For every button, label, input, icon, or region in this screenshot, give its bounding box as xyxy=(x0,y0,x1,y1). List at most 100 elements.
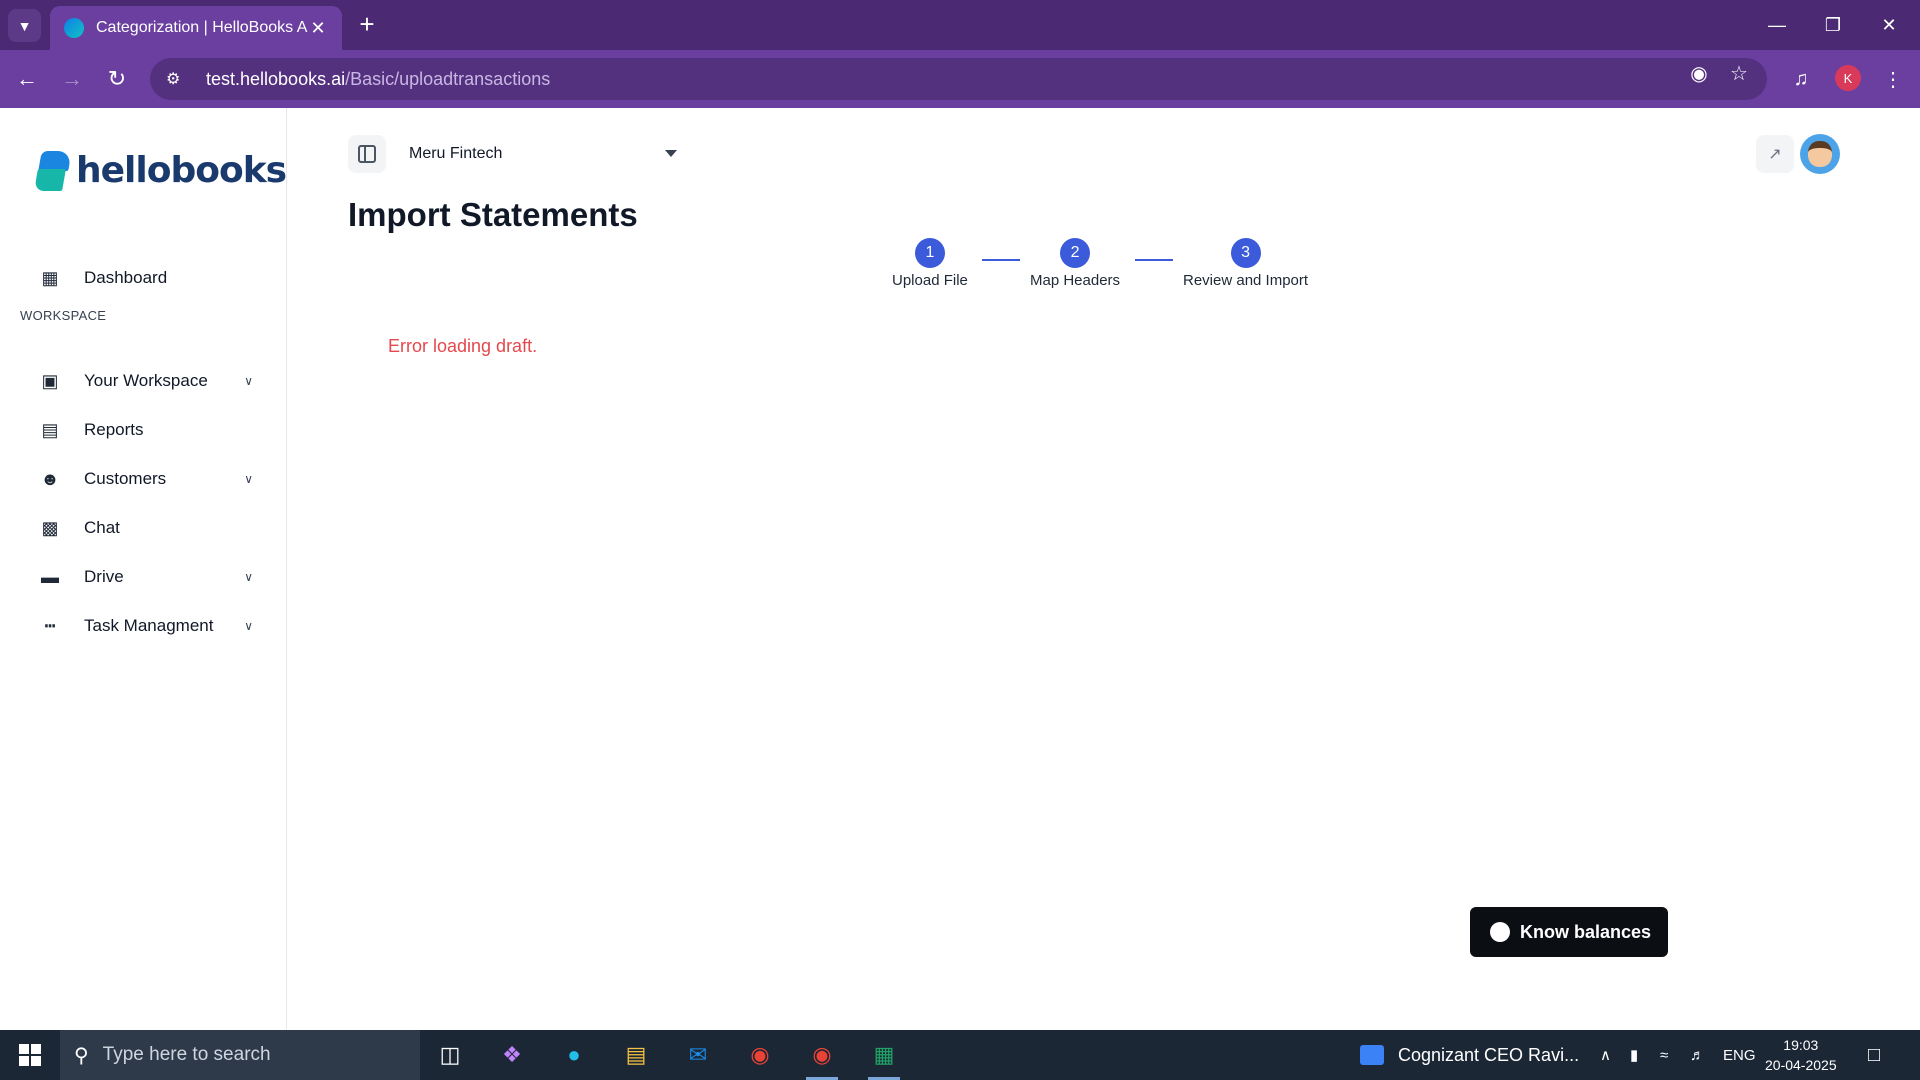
browser-toolbar: ← → ↻ ⚙ test.hellobooks.ai/Basic/uploadt… xyxy=(0,50,1920,108)
media-control-icon[interactable]: ♫ xyxy=(1786,64,1816,94)
step-label: Upload File xyxy=(892,272,968,289)
tab-search-button[interactable]: ▼ xyxy=(8,9,41,42)
sidebar-item-task-management[interactable]: ┅ Task Managment ∨ xyxy=(0,606,287,646)
news-widget[interactable]: Cognizant CEO Ravi... xyxy=(1360,1030,1579,1080)
avatar-face-icon xyxy=(1808,141,1832,167)
caret-down-icon[interactable] xyxy=(665,150,677,157)
logo-mark-icon xyxy=(34,150,72,191)
task-view-icon[interactable]: ◫ xyxy=(424,1035,476,1075)
url-host: test.hellobooks.ai xyxy=(206,68,346,89)
sidebar-item-label: Your Workspace xyxy=(84,371,208,390)
step-connector xyxy=(1135,259,1173,261)
step-label: Review and Import xyxy=(1183,272,1309,289)
chevron-down-icon: ∨ xyxy=(244,619,253,633)
sidebar-item-reports[interactable]: ▤ Reports xyxy=(0,410,287,450)
know-balances-label: Know balances xyxy=(1520,921,1652,942)
step-review-and-import: 3 Review and Import xyxy=(1183,238,1308,289)
drive-icon: ▬ xyxy=(41,566,59,587)
task-icon: ┅ xyxy=(44,615,56,636)
chevron-down-icon: ∨ xyxy=(244,472,253,486)
error-message: Error loading draft. xyxy=(388,336,538,356)
browser-tab-bar: ▼ Categorization | HelloBooks AI ✕ + — ❐… xyxy=(0,0,1920,50)
eye-off-icon[interactable]: ◉ xyxy=(1686,60,1712,86)
news-icon xyxy=(1360,1045,1384,1065)
sidebar-item-drive[interactable]: ▬ Drive ∨ xyxy=(0,557,287,597)
contact-card-icon: ☻ xyxy=(40,468,60,489)
hellobooks-logo[interactable]: hellobooks xyxy=(34,150,287,191)
bookmark-star-icon[interactable]: ☆ xyxy=(1726,60,1752,86)
circle-icon xyxy=(1490,922,1510,942)
search-icon: ⚲ xyxy=(74,1044,89,1067)
step-connector xyxy=(982,259,1020,261)
workspace-icon: ▣ xyxy=(41,370,59,391)
sidebar-item-customers[interactable]: ☻ Customers ∨ xyxy=(0,459,287,499)
clock-date: 20-04-2025 xyxy=(1765,1057,1837,1073)
notification-icon[interactable]: □ xyxy=(1868,1030,1880,1080)
edge-icon[interactable]: ● xyxy=(548,1035,600,1075)
taskbar: ⚲ Type here to search ◫ ❖ ● ▤ ✉ ◉ ◉ ▦ Co… xyxy=(0,1030,1920,1080)
file-explorer-icon[interactable]: ▤ xyxy=(610,1035,662,1075)
volume-icon[interactable]: ♬ xyxy=(1690,1030,1705,1080)
section-label-workspace: WORKSPACE xyxy=(20,308,107,323)
chrome-profile-icon[interactable]: ◉ xyxy=(796,1035,848,1080)
copilot-icon[interactable]: ❖ xyxy=(486,1035,538,1075)
back-button[interactable]: ← xyxy=(12,64,42,94)
sidebar-item-label: Drive xyxy=(84,567,124,586)
close-tab-icon[interactable]: ✕ xyxy=(308,18,328,39)
sidebar-item-label: Chat xyxy=(84,518,120,537)
start-button[interactable] xyxy=(0,1030,60,1080)
sidebar-item-chat[interactable]: ▩ Chat xyxy=(0,508,287,548)
url-path: /Basic/uploadtransactions xyxy=(345,68,551,89)
address-bar[interactable]: ⚙ test.hellobooks.ai/Basic/uploadtransac… xyxy=(150,58,1767,100)
new-tab-button[interactable]: + xyxy=(352,10,382,40)
reload-button[interactable]: ↻ xyxy=(102,64,132,94)
taskbar-search[interactable]: ⚲ Type here to search xyxy=(60,1030,420,1080)
tray-chevron-icon[interactable]: ∧ xyxy=(1600,1030,1611,1080)
minimize-button[interactable]: — xyxy=(1749,8,1805,42)
dashboard-grid-icon: ▦ xyxy=(41,267,59,288)
chevron-down-icon: ∨ xyxy=(244,570,253,584)
browser-menu-icon[interactable]: ⋮ xyxy=(1878,64,1908,94)
chrome-icon[interactable]: ◉ xyxy=(734,1035,786,1075)
sidebar-item-dashboard[interactable]: ▦ Dashboard xyxy=(0,258,287,298)
excel-icon[interactable]: ▦ xyxy=(858,1035,910,1080)
profile-avatar[interactable]: K xyxy=(1835,65,1861,91)
know-balances-button[interactable]: Know balances xyxy=(1470,907,1668,957)
favicon-icon xyxy=(64,18,84,38)
step-upload-file: 1 Upload File xyxy=(892,238,968,289)
collapse-sidebar-button[interactable] xyxy=(348,135,386,173)
chevron-down-icon: ∨ xyxy=(244,374,253,388)
sidebar-item-your-workspace[interactable]: ▣ Your Workspace ∨ xyxy=(0,361,287,401)
tab-title: Categorization | HelloBooks AI xyxy=(96,19,308,36)
logo-text: hellobooks xyxy=(76,150,287,191)
browser-tab[interactable]: Categorization | HelloBooks AI ✕ xyxy=(50,6,342,50)
site-info-icon[interactable]: ⚙ xyxy=(166,69,188,89)
sidebar-item-label: Dashboard xyxy=(84,268,168,287)
sidebar: hellobooks ▦ Dashboard WORKSPACE ▣ Your … xyxy=(0,108,287,1030)
language-indicator[interactable]: ENG xyxy=(1723,1030,1756,1080)
forward-button[interactable]: → xyxy=(57,64,87,94)
restore-button[interactable]: ❐ xyxy=(1805,8,1861,42)
step-number: 2 xyxy=(1060,238,1091,268)
outlook-icon[interactable]: ✉ xyxy=(672,1035,724,1075)
news-text: Cognizant CEO Ravi... xyxy=(1398,1044,1580,1065)
search-placeholder: Type here to search xyxy=(102,1044,271,1065)
clock-time: 19:03 xyxy=(1783,1037,1819,1053)
bar-chart-icon: ▤ xyxy=(41,419,59,440)
expand-icon[interactable]: ↗ xyxy=(1756,135,1794,173)
battery-icon[interactable]: ▮ xyxy=(1630,1030,1638,1080)
chevron-down-icon: ▼ xyxy=(17,17,32,34)
company-selector[interactable]: Meru Fintech xyxy=(409,145,502,163)
user-avatar[interactable] xyxy=(1800,134,1840,174)
step-label: Map Headers xyxy=(1030,272,1121,289)
step-number: 1 xyxy=(914,238,945,268)
windows-logo-icon xyxy=(19,1044,41,1066)
clock[interactable]: 19:03 20-04-2025 xyxy=(1765,1035,1837,1075)
chat-icon: ▩ xyxy=(41,517,59,538)
wifi-icon[interactable]: ≈ xyxy=(1660,1030,1668,1080)
sidebar-item-label: Reports xyxy=(84,420,144,439)
step-number: 3 xyxy=(1230,238,1261,268)
sidebar-item-label: Task Managment xyxy=(84,616,214,635)
sidebar-item-label: Customers xyxy=(84,469,167,488)
close-window-button[interactable]: ✕ xyxy=(1861,8,1917,42)
